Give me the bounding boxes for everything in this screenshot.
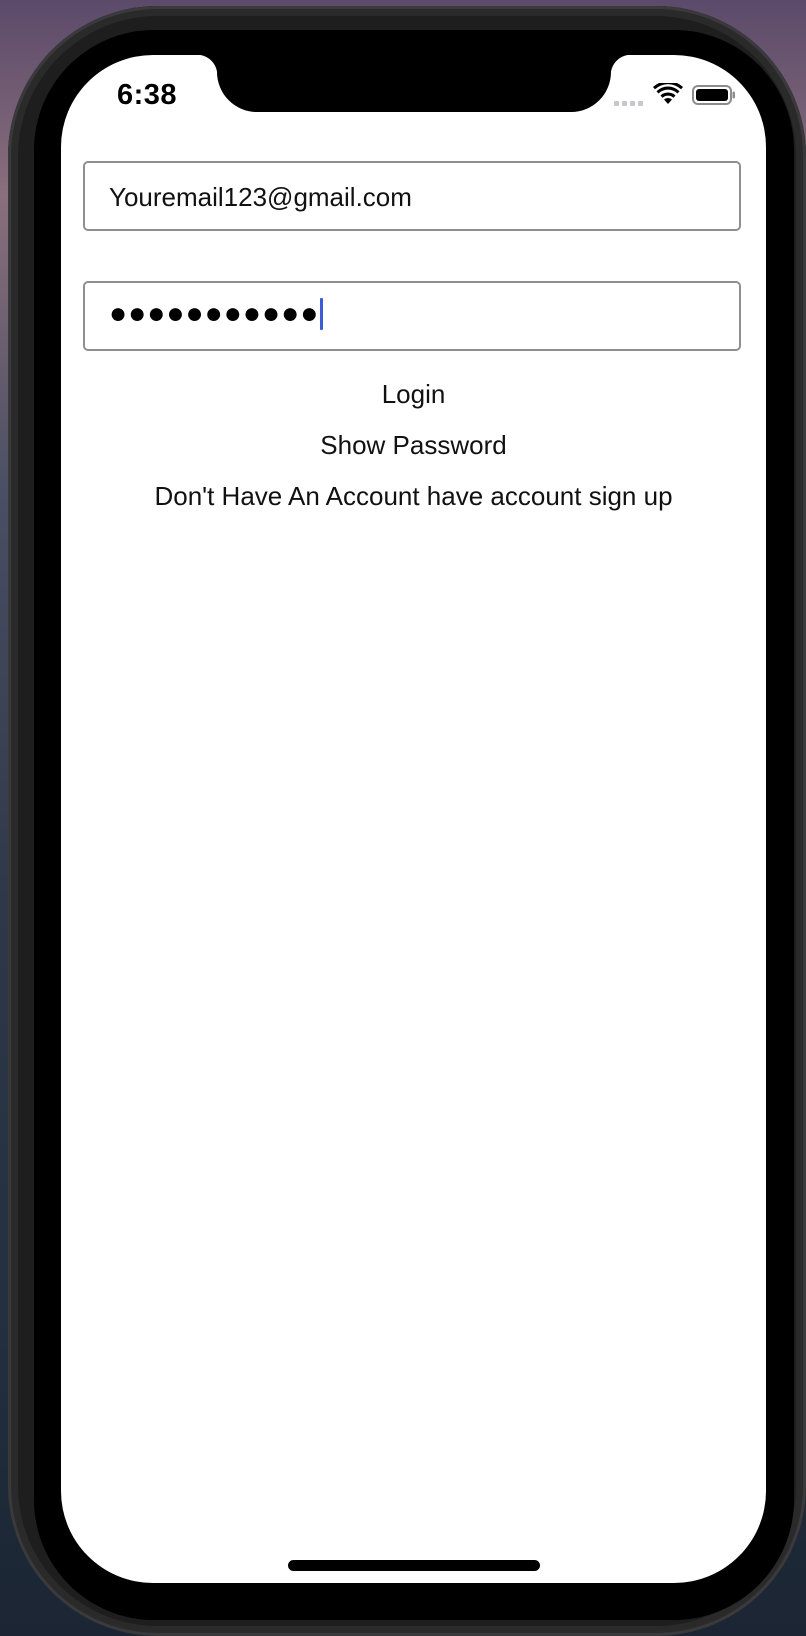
email-value: Youremail123@gmail.com bbox=[109, 182, 412, 212]
password-dots: ●●●●●●●●●●● bbox=[109, 297, 320, 330]
email-field[interactable]: Youremail123@gmail.com bbox=[83, 161, 741, 231]
signup-link[interactable]: Don't Have An Account have account sign … bbox=[61, 481, 766, 512]
camera-notch bbox=[197, 55, 631, 112]
signal-icon bbox=[614, 101, 643, 106]
text-cursor bbox=[320, 298, 324, 330]
home-indicator[interactable] bbox=[288, 1560, 540, 1571]
password-value: ●●●●●●●●●●● bbox=[109, 297, 324, 331]
app-screen: 6:38 Youremail123@gmail.com ●●●●●●●●●●● … bbox=[61, 55, 766, 1583]
show-password-button[interactable]: Show Password bbox=[61, 430, 766, 461]
password-field[interactable]: ●●●●●●●●●●● bbox=[83, 281, 741, 351]
login-button[interactable]: Login bbox=[61, 379, 766, 410]
wifi-icon bbox=[653, 83, 683, 104]
battery-icon bbox=[692, 85, 735, 105]
status-time: 6:38 bbox=[117, 79, 178, 111]
